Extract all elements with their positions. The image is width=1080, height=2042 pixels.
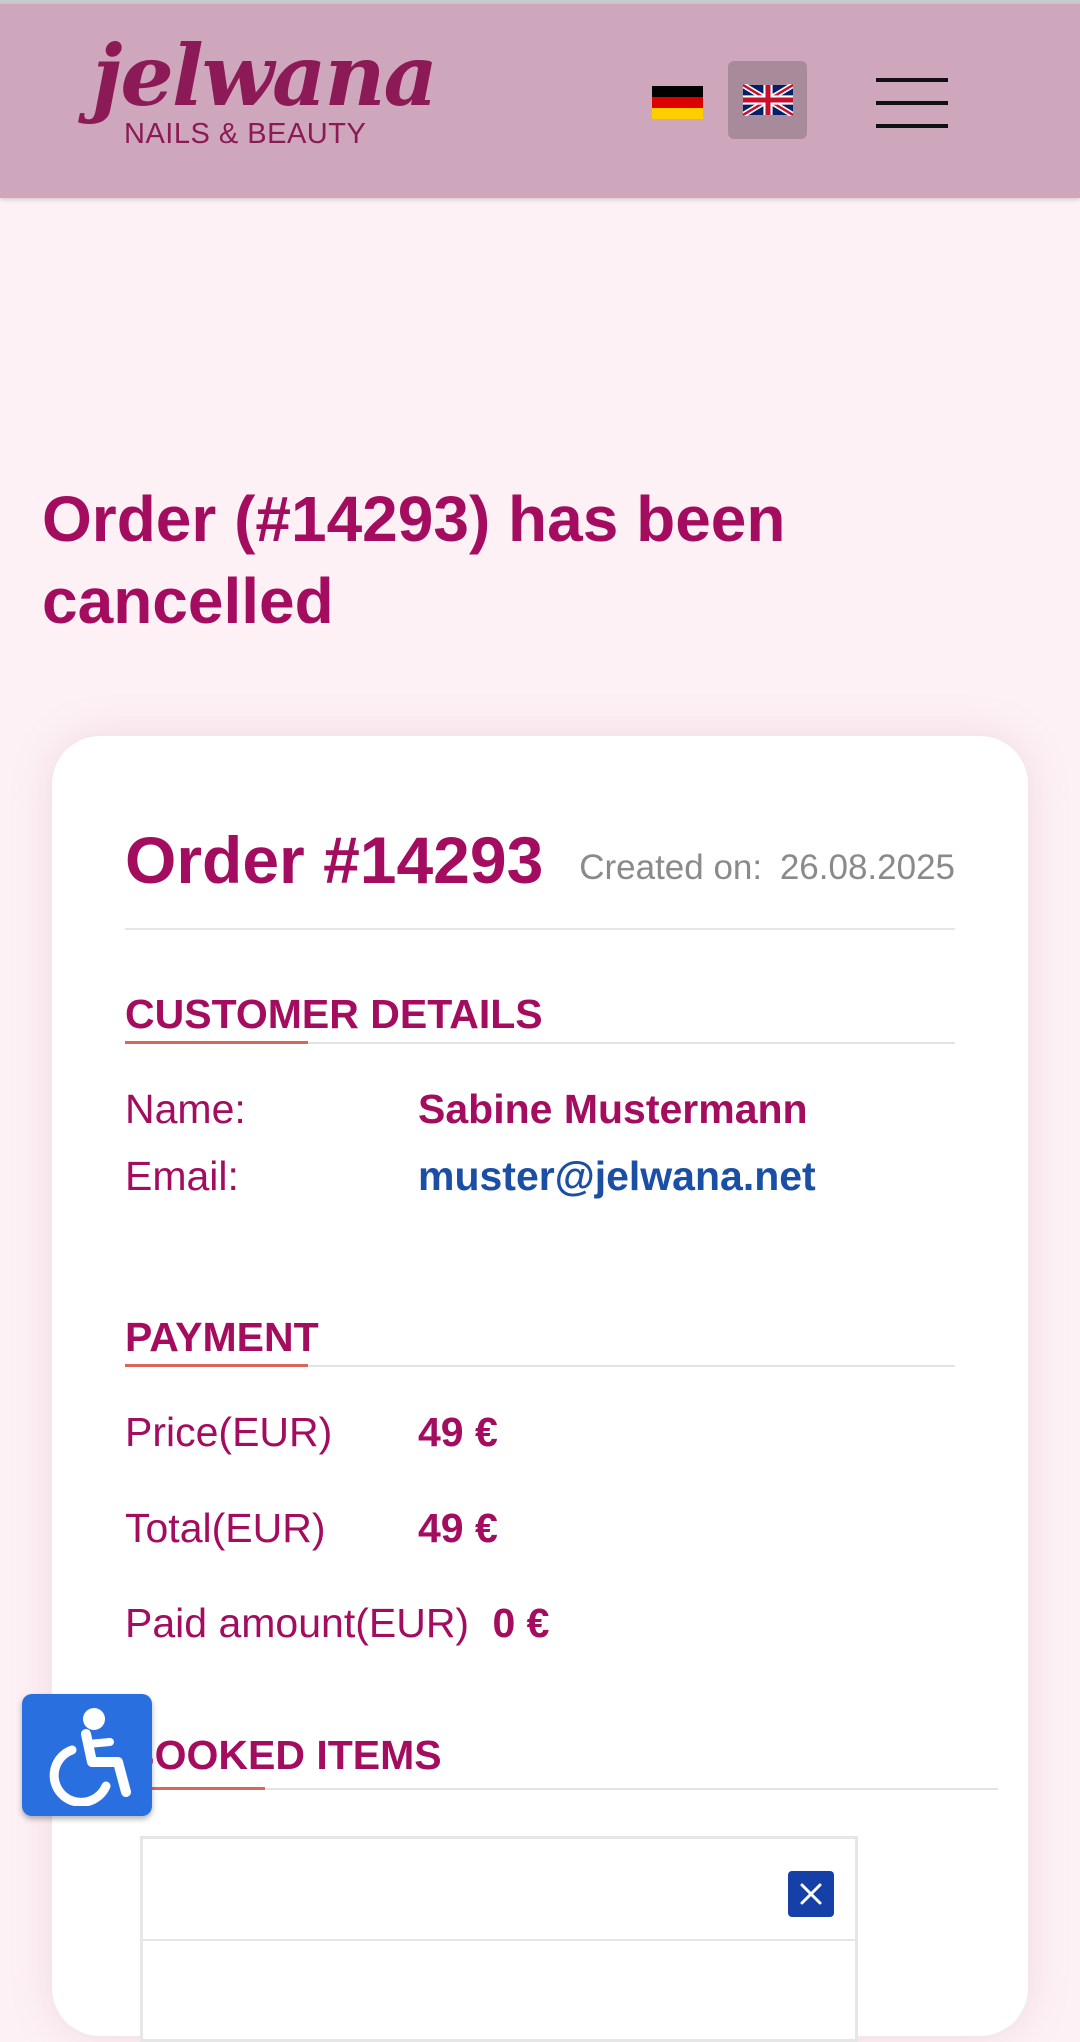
customer-details-heading: CUSTOMER DETAILS	[125, 986, 955, 1044]
price-row: Price(EUR) 49 €	[125, 1406, 498, 1458]
customer-details-title: CUSTOMER DETAILS	[125, 991, 543, 1037]
booked-item-card	[140, 1836, 858, 2042]
close-x-glyph	[800, 1883, 822, 1905]
hamburger-menu-icon[interactable]	[876, 78, 948, 128]
heading-accent-line	[125, 1041, 308, 1044]
email-link[interactable]: muster@jelwana.net	[418, 1150, 816, 1202]
customer-email-row: Email: muster@jelwana.net	[125, 1150, 816, 1202]
english-language-button[interactable]	[728, 61, 807, 139]
price-label: Price(EUR)	[125, 1409, 333, 1455]
customer-name-row: Name: Sabine Mustermann	[125, 1083, 808, 1135]
name-value: Sabine Mustermann	[418, 1086, 808, 1132]
total-label: Total(EUR)	[125, 1505, 326, 1551]
logo-tagline: NAILS & BEAUTY	[124, 118, 367, 150]
site-header: jelwana NAILS & BEAUTY	[0, 4, 1080, 198]
logo-wordmark: jelwana	[92, 26, 438, 125]
order-number: Order #14293	[125, 823, 544, 897]
total-value: 49 €	[418, 1505, 498, 1551]
wheelchair-accessibility-icon[interactable]	[22, 1694, 152, 1816]
payment-title: PAYMENT	[125, 1314, 319, 1360]
booked-items-heading: BOOKED ITEMS	[125, 1722, 998, 1790]
payment-heading: PAYMENT	[125, 1309, 955, 1367]
paid-amount-value: 0 €	[492, 1600, 550, 1646]
created-label: Created on:	[579, 848, 772, 887]
total-row: Total(EUR) 49 €	[125, 1502, 498, 1554]
price-value: 49 €	[418, 1409, 498, 1455]
english-flag-icon	[743, 84, 793, 116]
paid-amount-label: Paid amount(EUR)	[125, 1600, 470, 1646]
brand-logo[interactable]: jelwana NAILS & BEAUTY	[92, 26, 438, 156]
paid-amount-row: Paid amount(EUR) 0 €	[125, 1597, 549, 1649]
email-label: Email:	[125, 1153, 239, 1199]
name-label: Name:	[125, 1086, 246, 1132]
wheelchair-glyph	[49, 1708, 131, 1806]
order-header: Order #14293 Created on: 26.08.2025	[125, 818, 955, 930]
order-created: Created on: 26.08.2025	[579, 848, 955, 888]
page-title: Order (#14293) has been cancelled	[42, 483, 786, 637]
close-icon[interactable]	[788, 1871, 834, 1917]
heading-accent-line	[125, 1364, 308, 1367]
item-divider	[143, 1939, 855, 1941]
created-date: 26.08.2025	[779, 848, 955, 887]
booked-items-title: BOOKED ITEMS	[125, 1732, 442, 1778]
german-flag-icon[interactable]	[652, 86, 703, 119]
